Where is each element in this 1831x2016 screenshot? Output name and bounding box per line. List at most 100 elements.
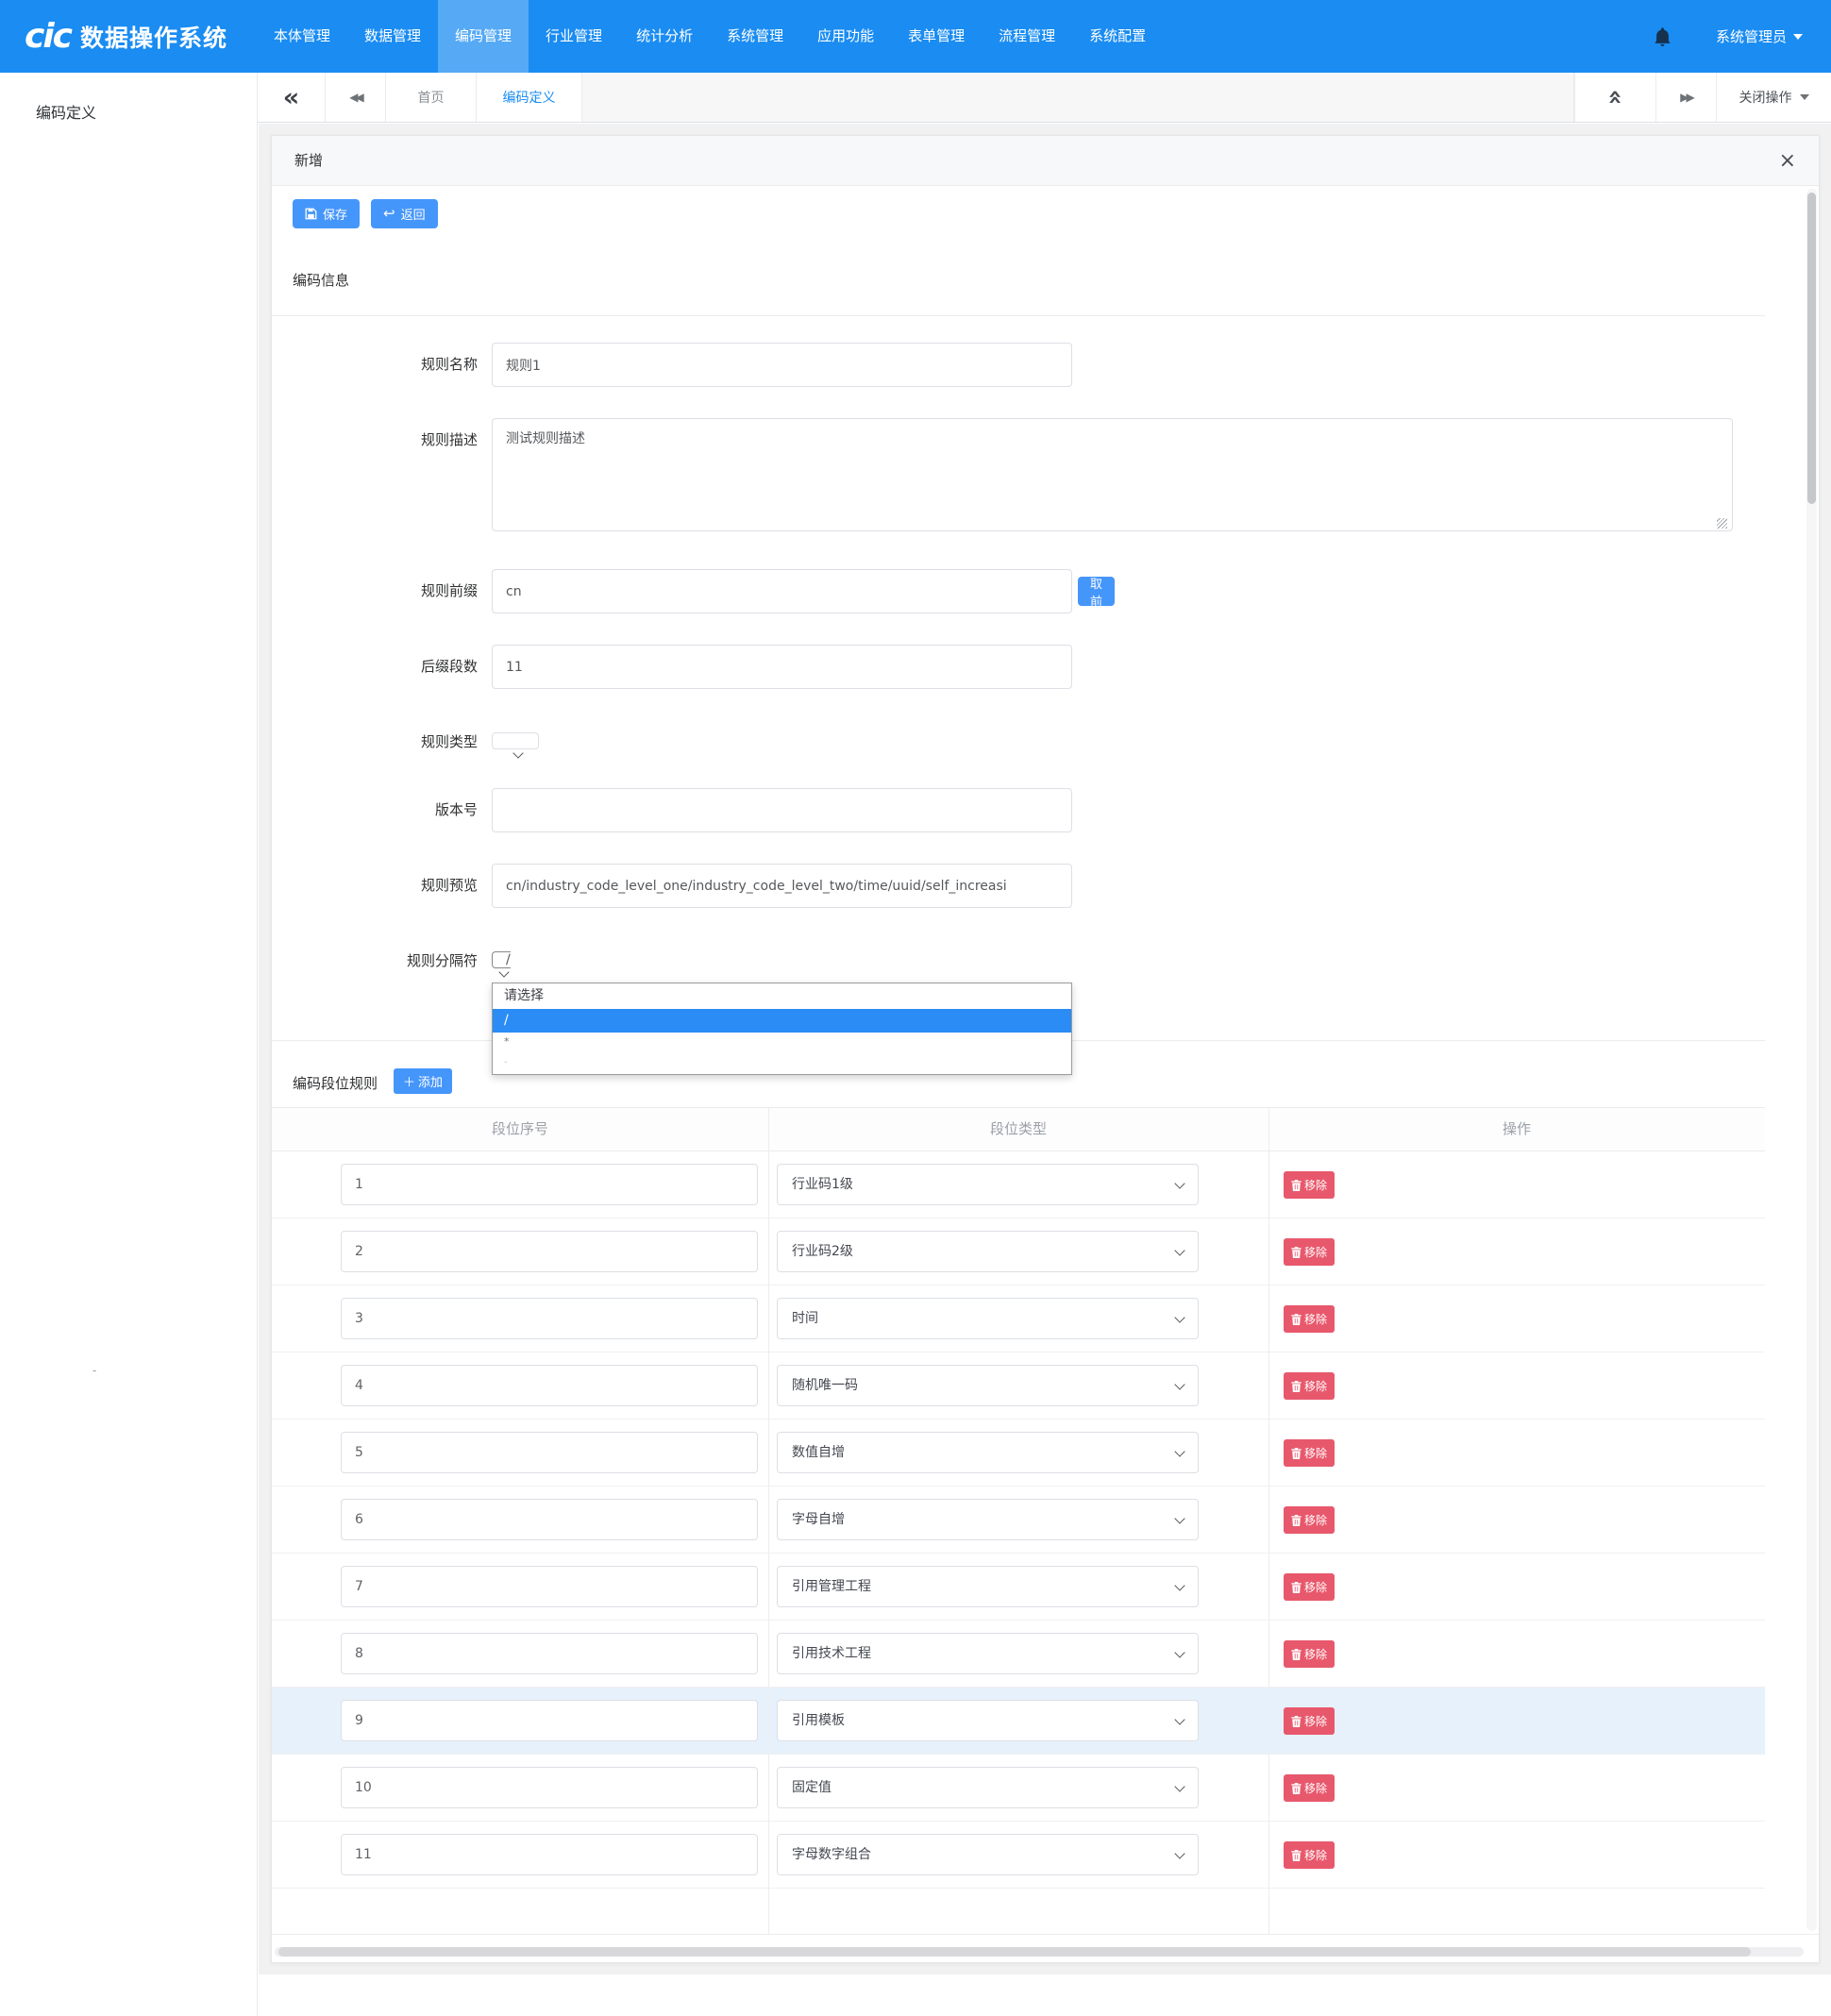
horizontal-scrollbar-thumb[interactable] <box>278 1947 1751 1957</box>
dropdown-option[interactable]: * <box>493 1033 1071 1051</box>
remove-row-button[interactable]: 移除 <box>1284 1640 1335 1668</box>
segment-type-select[interactable]: 引用模板 <box>777 1700 1199 1741</box>
horizontal-scrollbar[interactable] <box>275 1947 1804 1957</box>
vertical-scrollbar-thumb[interactable] <box>1807 193 1816 504</box>
remove-row-button[interactable]: 移除 <box>1284 1439 1335 1467</box>
navbar-item[interactable]: 本体管理 <box>257 0 347 73</box>
close-icon[interactable]: × <box>1779 136 1796 186</box>
add-segment-button[interactable]: ＋ 添加 <box>394 1068 452 1094</box>
tab-home[interactable]: 首页 <box>386 73 477 122</box>
remove-row-button[interactable]: 移除 <box>1284 1171 1335 1199</box>
double-chevron-left-icon: « <box>283 83 299 112</box>
rule-prefix-label: 规则前缀 <box>272 569 478 613</box>
add-button-label: 添加 <box>418 1072 443 1090</box>
segment-table: 段位序号 段位类型 操作 行业码1级 移除 行业码2级 移除 时间 移除 随机唯… <box>272 1107 1765 1889</box>
dropdown-option[interactable]: - <box>493 1051 1071 1074</box>
table-row: 引用管理工程 移除 <box>272 1554 1765 1621</box>
segment-seq-input[interactable] <box>341 1700 758 1741</box>
segment-seq-input[interactable] <box>341 1231 758 1272</box>
segment-type-select[interactable]: 引用技术工程 <box>777 1633 1199 1674</box>
rule-prefix-input[interactable] <box>492 569 1072 613</box>
remove-row-button[interactable]: 移除 <box>1284 1573 1335 1601</box>
rule-desc-textarea[interactable]: 测试规则描述 <box>492 418 1733 531</box>
action-buttons: 保存 ↩ 返回 <box>293 199 438 228</box>
get-prefix-button[interactable]: 获取前缀 <box>1078 577 1115 606</box>
segment-seq-input[interactable] <box>341 1499 758 1540</box>
navbar-item[interactable]: 流程管理 <box>982 0 1072 73</box>
suffix-count-input[interactable] <box>492 645 1072 689</box>
tab-code-definition[interactable]: 编码定义 <box>477 73 582 122</box>
chevron-down-icon <box>512 748 523 758</box>
segment-type-select[interactable]: 时间 <box>777 1298 1199 1339</box>
segment-seq-input[interactable] <box>341 1767 758 1808</box>
dropdown-option[interactable]: / <box>493 1009 1071 1033</box>
remove-row-button[interactable]: 移除 <box>1284 1707 1335 1735</box>
version-label: 版本号 <box>272 788 478 832</box>
segment-type-select[interactable]: 字母自增 <box>777 1499 1199 1540</box>
save-button[interactable]: 保存 <box>293 199 360 228</box>
trash-icon <box>1291 1850 1302 1861</box>
rule-type-select[interactable] <box>492 732 539 749</box>
segment-type-select[interactable]: 引用管理工程 <box>777 1566 1199 1607</box>
trash-icon <box>1291 1247 1302 1258</box>
segment-type-select[interactable]: 行业码1级 <box>777 1164 1199 1205</box>
segment-type-select[interactable]: 数值自增 <box>777 1432 1199 1473</box>
segment-type-select[interactable]: 字母数字组合 <box>777 1834 1199 1875</box>
segment-seq-input[interactable] <box>341 1365 758 1406</box>
sidebar-item-code-definition[interactable]: 编码定义 <box>36 100 96 123</box>
rule-preview-input[interactable] <box>492 864 1072 908</box>
sidebar-dash: - <box>92 1364 96 1377</box>
table-row: 数值自增 移除 <box>272 1420 1765 1487</box>
table-row: 随机唯一码 移除 <box>272 1352 1765 1420</box>
navbar-item[interactable]: 应用功能 <box>800 0 891 73</box>
segment-seq-input[interactable] <box>341 1566 758 1607</box>
scroll-to-top-button[interactable]: « <box>1574 73 1655 122</box>
segment-seq-input[interactable] <box>341 1164 758 1205</box>
save-icon <box>305 208 317 220</box>
back-button[interactable]: ↩ 返回 <box>371 199 438 228</box>
navbar-item[interactable]: 系统管理 <box>710 0 800 73</box>
remove-row-button[interactable]: 移除 <box>1284 1506 1335 1534</box>
segment-seq-input[interactable] <box>341 1834 758 1875</box>
scroll-tabs-left-button[interactable]: ◀◀ <box>326 73 386 122</box>
dropdown-option[interactable]: 请选择 <box>493 983 1071 1009</box>
segment-seq-input[interactable] <box>341 1432 758 1473</box>
segment-type-select[interactable]: 固定值 <box>777 1767 1199 1808</box>
close-operations-dropdown[interactable]: 关闭操作 <box>1716 73 1831 122</box>
remove-row-button[interactable]: 移除 <box>1284 1305 1335 1333</box>
navbar-item[interactable]: 数据管理 <box>347 0 438 73</box>
navbar-item[interactable]: 编码管理 <box>438 0 529 73</box>
table-row: 行业码2级 移除 <box>272 1218 1765 1285</box>
navbar-item[interactable]: 统计分析 <box>619 0 710 73</box>
navbar-right: 系统管理员 <box>1653 0 1831 73</box>
remove-row-button[interactable]: 移除 <box>1284 1238 1335 1266</box>
chevron-down-icon <box>1174 1647 1184 1657</box>
chevron-down-icon <box>1174 1379 1184 1389</box>
divider <box>272 1934 1819 1935</box>
double-chevron-up-icon: « <box>1601 90 1629 106</box>
column-divider <box>768 1107 769 1934</box>
table-row: 字母数字组合 移除 <box>272 1822 1765 1889</box>
remove-row-button[interactable]: 移除 <box>1284 1841 1335 1869</box>
scroll-tabs-right-button[interactable]: ▶▶ <box>1655 73 1716 122</box>
table-row: 行业码1级 移除 <box>272 1151 1765 1218</box>
chevron-down-icon <box>1174 1245 1184 1255</box>
rule-name-input[interactable] <box>492 343 1072 387</box>
navbar-item[interactable]: 行业管理 <box>529 0 619 73</box>
app-title: 数据操作系统 <box>80 20 227 54</box>
segment-seq-input[interactable] <box>341 1298 758 1339</box>
remove-row-button[interactable]: 移除 <box>1284 1774 1335 1802</box>
user-menu[interactable]: 系统管理员 <box>1716 26 1803 46</box>
chevron-down-icon <box>1174 1580 1184 1590</box>
collapse-sidebar-button[interactable]: « <box>258 73 326 122</box>
resize-handle[interactable] <box>1717 518 1727 529</box>
bell-icon[interactable] <box>1653 25 1672 48</box>
remove-row-button[interactable]: 移除 <box>1284 1372 1335 1400</box>
segment-seq-input[interactable] <box>341 1633 758 1674</box>
segment-type-select[interactable]: 行业码2级 <box>777 1231 1199 1272</box>
segment-type-select[interactable]: 随机唯一码 <box>777 1365 1199 1406</box>
version-input[interactable] <box>492 788 1072 832</box>
navbar-item[interactable]: 表单管理 <box>891 0 982 73</box>
vertical-scrollbar[interactable] <box>1806 189 1817 1931</box>
navbar-item[interactable]: 系统配置 <box>1072 0 1163 73</box>
